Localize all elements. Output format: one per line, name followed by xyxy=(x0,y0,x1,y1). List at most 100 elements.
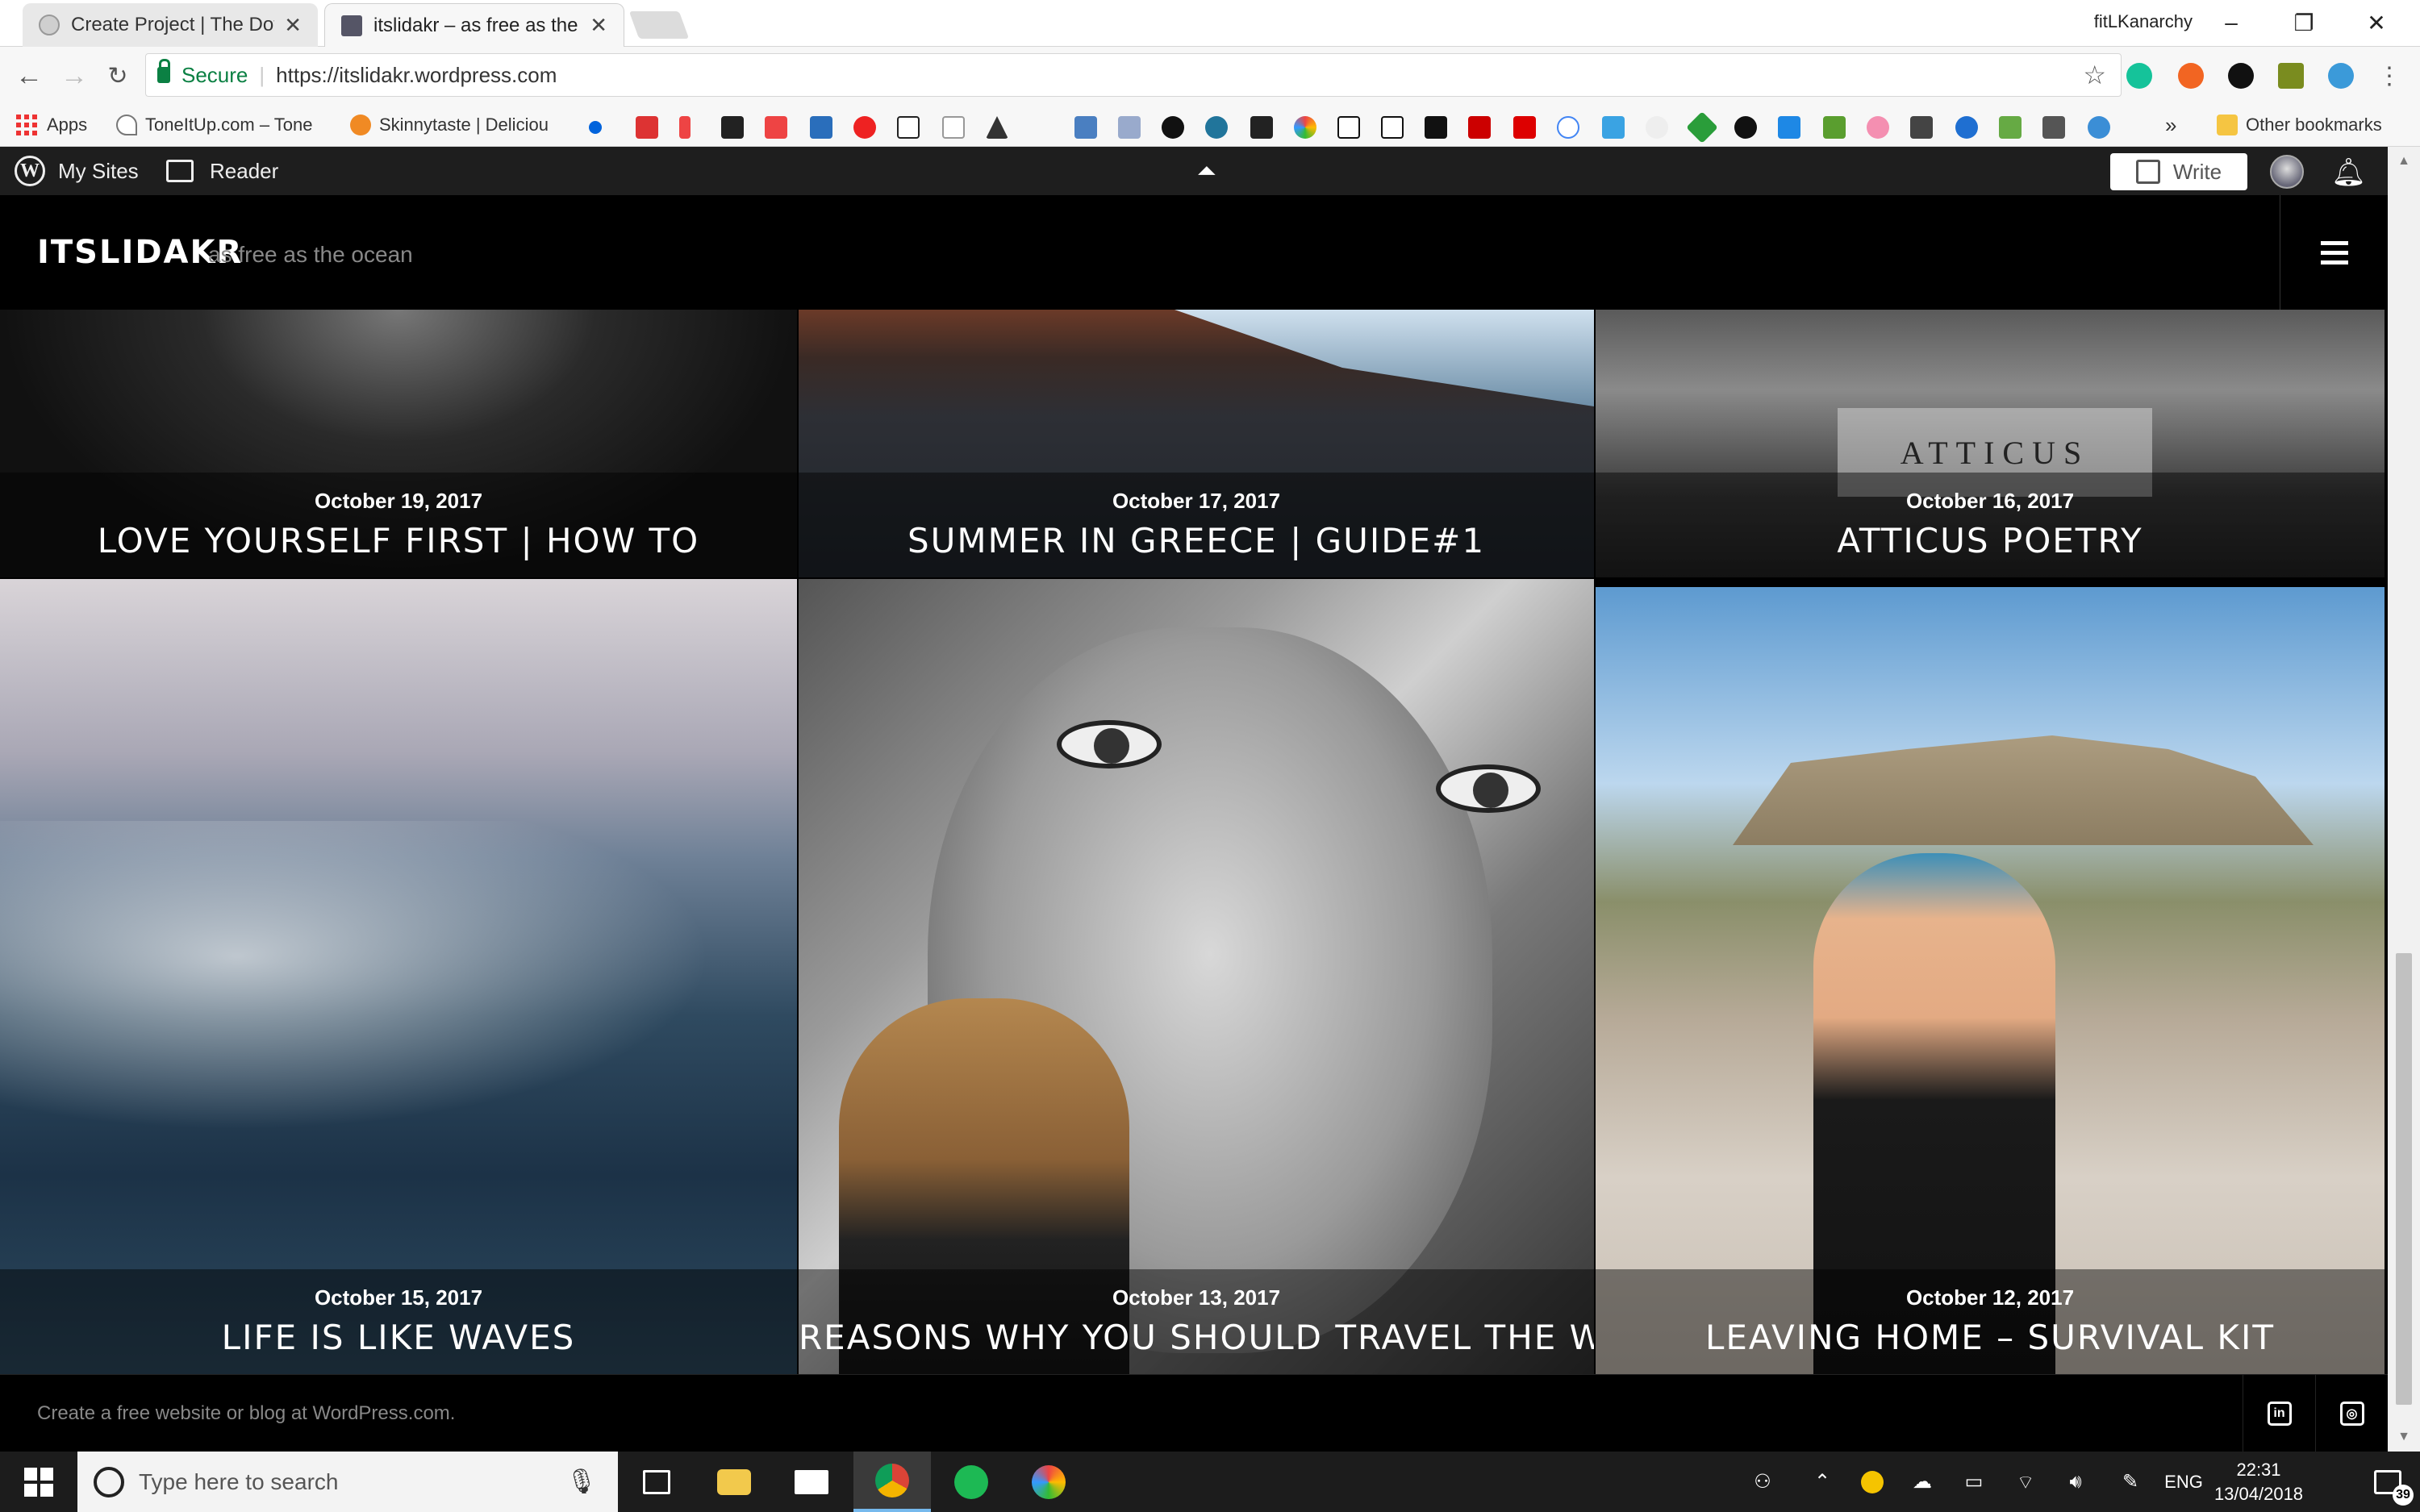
file-explorer-icon[interactable] xyxy=(695,1452,773,1512)
task-view-icon[interactable] xyxy=(618,1452,695,1512)
bookmark-icon[interactable] xyxy=(1381,116,1404,139)
scrollbar-thumb[interactable] xyxy=(2396,953,2412,1405)
back-button[interactable]: ← xyxy=(11,58,47,94)
mail-icon[interactable] xyxy=(773,1452,850,1512)
pen-icon[interactable]: ✎ xyxy=(2112,1452,2149,1512)
bookmarks-overflow-button[interactable]: » xyxy=(2165,111,2176,139)
post-title[interactable]: LEAVING HOME – SURVIVAL KIT xyxy=(1596,1318,2385,1357)
post-title[interactable]: ATTICUS POETRY xyxy=(1596,521,2385,560)
taskbar-search-box[interactable]: Type here to search 🎙︎ xyxy=(77,1452,618,1512)
post-card-leaving-home[interactable]: October 12, 2017 LEAVING HOME – SURVIVAL… xyxy=(1596,587,2385,1374)
people-icon[interactable]: ⚇ xyxy=(1742,1452,1783,1512)
bookmark-icon[interactable] xyxy=(2042,116,2065,139)
bookmark-icon[interactable] xyxy=(1425,116,1447,139)
battery-icon[interactable]: ▭ xyxy=(1955,1452,1992,1512)
bookmark-icon[interactable] xyxy=(1955,116,1978,139)
wordpress-icon[interactable] xyxy=(1205,116,1228,139)
close-icon[interactable]: ✕ xyxy=(590,13,607,38)
bookmark-icon[interactable] xyxy=(1778,116,1800,139)
my-sites-button[interactable]: W My Sites xyxy=(15,147,139,195)
bookmark-icon[interactable] xyxy=(1910,116,1933,139)
bookmark-icon[interactable] xyxy=(1337,116,1360,139)
close-icon[interactable]: ✕ xyxy=(284,13,302,38)
close-window-button[interactable]: ✕ xyxy=(2352,5,2401,40)
avatar[interactable] xyxy=(2270,155,2304,189)
footer-credit-link[interactable]: Create a free website or blog at WordPre… xyxy=(37,1402,455,1425)
bookmark-icon[interactable] xyxy=(810,116,832,139)
tab-create-project[interactable]: Create Project | The Dots ✕ xyxy=(23,3,318,47)
chrome-taskbar-icon[interactable] xyxy=(853,1452,931,1512)
notifications-bell-icon[interactable]: 🔔︎ xyxy=(2331,156,2366,189)
bookmark-icon[interactable] xyxy=(1468,116,1491,139)
post-card-reasons-to-travel[interactable]: October 13, 2017 REASONS WHY YOU SHOULD … xyxy=(799,579,1594,1374)
tab-itslidakr[interactable]: itslidakr – as free as the o ✕ xyxy=(324,3,624,47)
address-bar[interactable]: Secure | https://itslidakr.wordpress.com… xyxy=(145,53,2122,97)
fire-extension-icon[interactable] xyxy=(2178,63,2204,89)
new-tab-button[interactable] xyxy=(628,11,690,39)
show-hidden-icons-chevron[interactable]: ⌃ xyxy=(1804,1452,1841,1512)
bookmark-icon[interactable] xyxy=(1646,116,1668,139)
restore-button[interactable]: ❐ xyxy=(2280,5,2328,40)
paint-icon[interactable] xyxy=(1010,1452,1087,1512)
adidas-icon[interactable] xyxy=(986,116,1008,139)
bookmark-icon[interactable] xyxy=(1250,116,1273,139)
bookmark-icon[interactable] xyxy=(679,116,691,139)
grammarly-extension-icon[interactable] xyxy=(2126,63,2152,89)
bookmark-icon[interactable] xyxy=(1999,116,2022,139)
minimize-button[interactable]: – xyxy=(2207,5,2255,40)
bookmark-star-icon[interactable]: ☆ xyxy=(2083,60,2106,90)
bookmark-icon[interactable] xyxy=(1162,116,1184,139)
bookmark-icon[interactable] xyxy=(1867,116,1889,139)
microphone-icon[interactable]: 🎙︎ xyxy=(566,1468,597,1496)
reader-button[interactable]: Reader xyxy=(166,147,278,195)
bookmark-icon[interactable] xyxy=(1294,116,1316,139)
volume-icon[interactable]: 🔊︎ xyxy=(2057,1452,2094,1512)
hamburger-menu-icon[interactable] xyxy=(2280,195,2388,310)
post-card-love-yourself[interactable]: October 19, 2017 LOVE YOURSELF FIRST | H… xyxy=(0,310,797,577)
post-title[interactable]: SUMMER IN GREECE | GUIDE#1 xyxy=(799,521,1594,560)
linkedin-icon[interactable]: in xyxy=(2243,1375,2315,1452)
bookmark-icon[interactable] xyxy=(2088,116,2110,139)
bookmark-icon[interactable] xyxy=(765,116,787,139)
scroll-up-arrow-icon[interactable]: ▲ xyxy=(2388,147,2420,176)
post-card-life-is-like-waves[interactable]: October 15, 2017 LIFE IS LIKE WAVES xyxy=(0,579,797,1374)
instagram-icon[interactable]: ◎ xyxy=(2315,1375,2388,1452)
bookmark-icon[interactable] xyxy=(853,116,876,139)
onedrive-icon[interactable]: ☁︎ xyxy=(1904,1452,1941,1512)
other-bookmarks[interactable]: Other bookmarks xyxy=(2217,111,2382,139)
forward-button[interactable]: → xyxy=(56,58,92,94)
post-card-atticus-poetry[interactable]: ATTICUS October 16, 2017 ATTICUS POETRY xyxy=(1596,310,2385,577)
post-title[interactable]: LOVE YOURSELF FIRST | HOW TO xyxy=(0,521,797,560)
profile-name[interactable]: fitLKanarchy xyxy=(2094,11,2193,32)
post-card-summer-in-greece[interactable]: October 17, 2017 SUMMER IN GREECE | GUID… xyxy=(799,310,1594,577)
collapse-arrow-icon[interactable]: ⏶ xyxy=(1197,158,1216,185)
bookmark-icon[interactable] xyxy=(1118,116,1141,139)
flickr-icon[interactable] xyxy=(589,121,602,134)
bookmark-icon[interactable] xyxy=(1602,116,1625,139)
bookmark-skinnytaste[interactable]: Skinnytaste | Deliciou xyxy=(350,111,568,139)
bookmark-icon[interactable] xyxy=(1686,111,1718,144)
taskbar-clock[interactable]: 22:31 13/04/2018 xyxy=(2202,1458,2315,1506)
bookmark-toneitup[interactable]: ToneItUp.com – Tone xyxy=(116,111,334,139)
post-title[interactable]: LIFE IS LIKE WAVES xyxy=(0,1318,797,1357)
chrome-menu-icon[interactable]: ⋮ xyxy=(2372,58,2407,94)
reload-button[interactable]: ↻ xyxy=(100,58,136,94)
post-title[interactable]: REASONS WHY YOU SHOULD TRAVEL THE WORLD xyxy=(799,1318,1594,1357)
action-center-icon[interactable]: 39 xyxy=(2355,1452,2420,1512)
scroll-down-arrow-icon[interactable]: ▼ xyxy=(2388,1422,2420,1452)
wifi-icon[interactable]: ⌔ xyxy=(2007,1452,2044,1512)
bookmark-icon[interactable] xyxy=(1074,116,1097,139)
bookmark-icon[interactable] xyxy=(721,116,744,139)
windows-start-icon[interactable] xyxy=(0,1452,77,1512)
write-button[interactable]: Write xyxy=(2110,153,2247,190)
bookmark-icon[interactable] xyxy=(1513,116,1536,139)
bookmark-icon[interactable] xyxy=(636,116,658,139)
norton-icon[interactable] xyxy=(1854,1452,1891,1512)
checklist-extension-icon[interactable] xyxy=(2278,63,2304,89)
page-icon[interactable] xyxy=(942,116,965,139)
bookmark-icon[interactable] xyxy=(1734,116,1757,139)
nyt-icon[interactable] xyxy=(897,116,920,139)
bookmark-apps[interactable]: Apps xyxy=(16,111,87,139)
bookmark-icon[interactable] xyxy=(1823,116,1846,139)
circle-extension-icon[interactable] xyxy=(2328,63,2354,89)
